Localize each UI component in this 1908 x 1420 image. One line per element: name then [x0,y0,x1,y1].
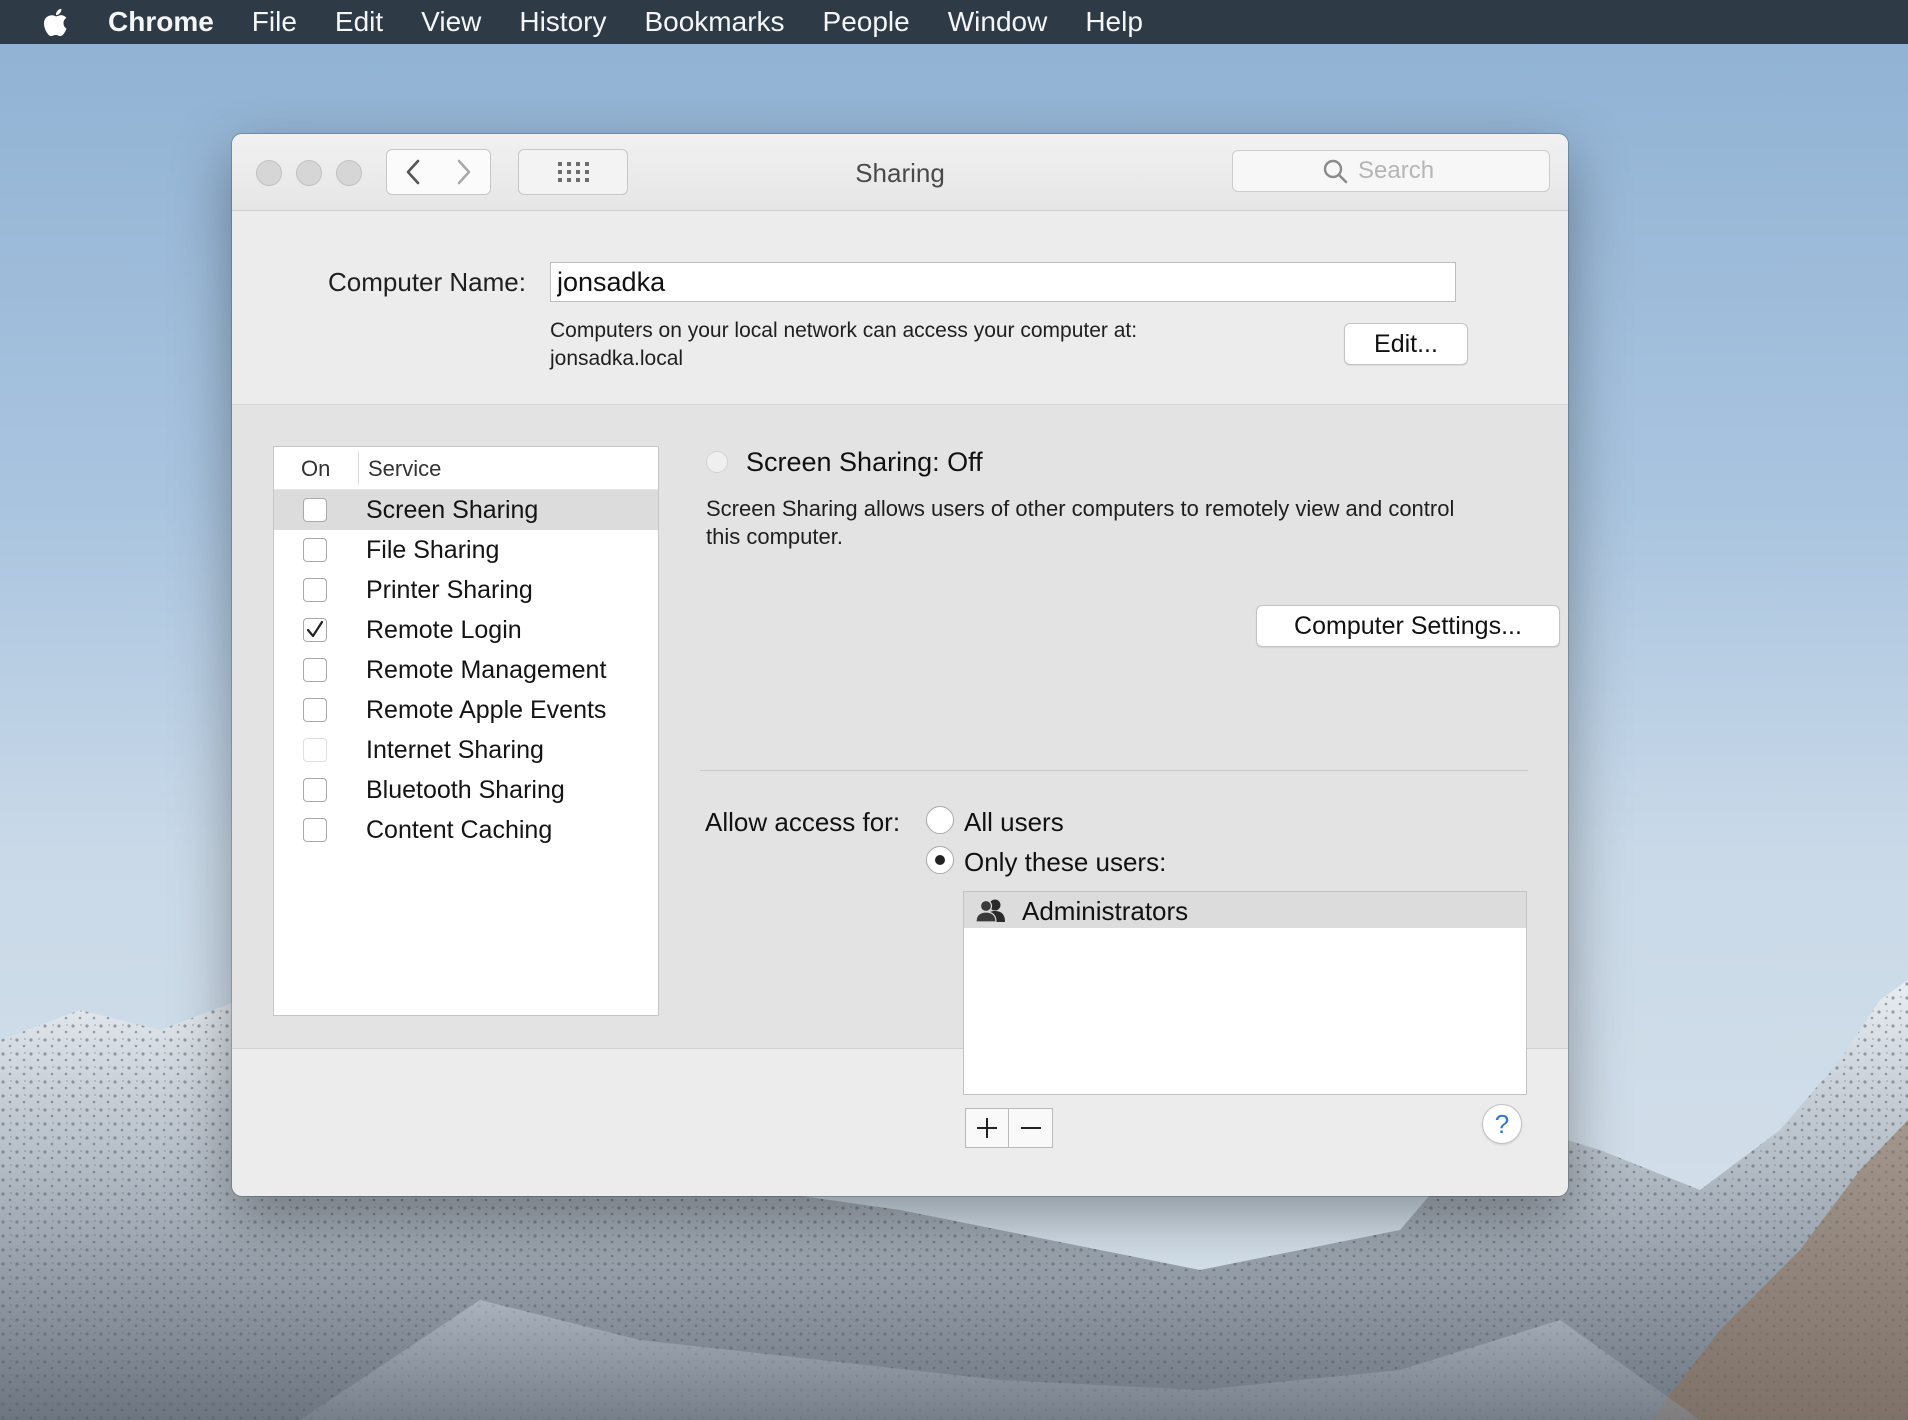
computer-settings-button[interactable]: Computer Settings... [1256,605,1560,647]
checkbox-remote-login[interactable] [303,618,327,642]
menu-history[interactable]: History [519,6,606,38]
local-address-description: Computers on your local network can acce… [550,317,1137,373]
service-row-remote-apple-events[interactable]: Remote Apple Events [274,690,658,730]
only-these-users-label[interactable]: Only these users: [964,847,1166,878]
minus-icon [1020,1127,1041,1129]
service-description-line: this computer. [706,524,843,549]
apple-logo-icon[interactable] [0,0,110,44]
service-list: On Service Screen Sharing File Sharing P… [273,446,659,1016]
service-label: Internet Sharing [366,736,544,764]
menu-window[interactable]: Window [948,6,1048,38]
checkmark-icon [306,620,324,638]
service-label: Remote Login [366,616,522,644]
checkbox-printer-sharing[interactable] [303,578,327,602]
checkbox-screen-sharing[interactable] [303,498,327,522]
menu-people[interactable]: People [823,6,910,38]
search-input[interactable] [1356,156,1460,186]
service-status-title: Screen Sharing: Off [746,447,983,477]
add-remove-buttons [965,1108,1053,1148]
section-divider [700,770,1528,771]
service-label: Bluetooth Sharing [366,776,565,804]
window-titlebar: Sharing [232,134,1568,211]
column-divider [358,452,359,484]
menu-edit[interactable]: Edit [335,6,383,38]
sharing-window: Sharing Computer Name: Computers on your… [232,134,1568,1196]
checkbox-internet-sharing[interactable] [303,738,327,762]
menu-view[interactable]: View [421,6,481,38]
radio-all-users[interactable] [926,806,954,834]
checkbox-content-caching[interactable] [303,818,327,842]
checkbox-remote-apple-events[interactable] [303,698,327,722]
radio-only-these-users[interactable] [926,846,954,874]
plus-icon [977,1118,997,1138]
service-row-content-caching[interactable]: Content Caching [274,810,658,850]
service-description-line: Screen Sharing allows users of other com… [706,496,1455,521]
service-label: Remote Management [366,656,607,684]
menu-file[interactable]: File [252,6,297,38]
menu-app-name[interactable]: Chrome [108,6,214,38]
column-header-on[interactable]: On [301,456,330,482]
checkbox-remote-management[interactable] [303,658,327,682]
service-label: Remote Apple Events [366,696,607,724]
service-label: Screen Sharing [366,496,539,524]
checkbox-file-sharing[interactable] [303,538,327,562]
all-users-label[interactable]: All users [964,807,1064,838]
menu-bookmarks[interactable]: Bookmarks [644,6,784,38]
service-row-printer-sharing[interactable]: Printer Sharing [274,570,658,610]
add-user-button[interactable] [965,1108,1009,1148]
status-indicator-icon [706,451,728,473]
allow-access-label: Allow access for: [705,807,901,837]
service-row-remote-management[interactable]: Remote Management [274,650,658,690]
sharing-main-section: On Service Screen Sharing File Sharing P… [232,405,1568,1148]
computer-name-section: Computer Name: Computers on your local n… [232,211,1568,405]
search-field[interactable] [1232,150,1550,192]
service-row-file-sharing[interactable]: File Sharing [274,530,658,570]
service-list-header: On Service [274,447,658,490]
menu-help[interactable]: Help [1085,6,1143,38]
local-hostname: jonsadka.local [550,347,684,370]
service-row-bluetooth-sharing[interactable]: Bluetooth Sharing [274,770,658,810]
radio-selected-dot [935,855,945,865]
service-row-internet-sharing[interactable]: Internet Sharing [274,730,658,770]
list-item[interactable]: Administrators [964,892,1526,928]
service-label: File Sharing [366,536,500,564]
help-button[interactable]: ? [1482,1104,1522,1144]
group-users-icon [975,899,1005,922]
column-header-service[interactable]: Service [368,456,441,482]
checkbox-bluetooth-sharing[interactable] [303,778,327,802]
allowed-users-list[interactable]: Administrators [963,891,1527,1095]
service-description: Screen Sharing allows users of other com… [706,495,1526,551]
service-label: Printer Sharing [366,576,533,604]
service-row-screen-sharing[interactable]: Screen Sharing [274,490,658,530]
remove-user-button[interactable] [1009,1108,1053,1148]
computer-name-label: Computer Name: [328,267,526,297]
edit-button[interactable]: Edit... [1344,323,1468,365]
user-group-label: Administrators [1022,896,1189,926]
service-label: Content Caching [366,816,553,844]
service-row-remote-login[interactable]: Remote Login [274,610,658,650]
computer-name-input[interactable] [550,262,1456,302]
local-address-text: Computers on your local network can acce… [550,319,1138,342]
search-icon [1323,159,1348,184]
menu-bar: Chrome File Edit View History Bookmarks … [0,0,1908,44]
